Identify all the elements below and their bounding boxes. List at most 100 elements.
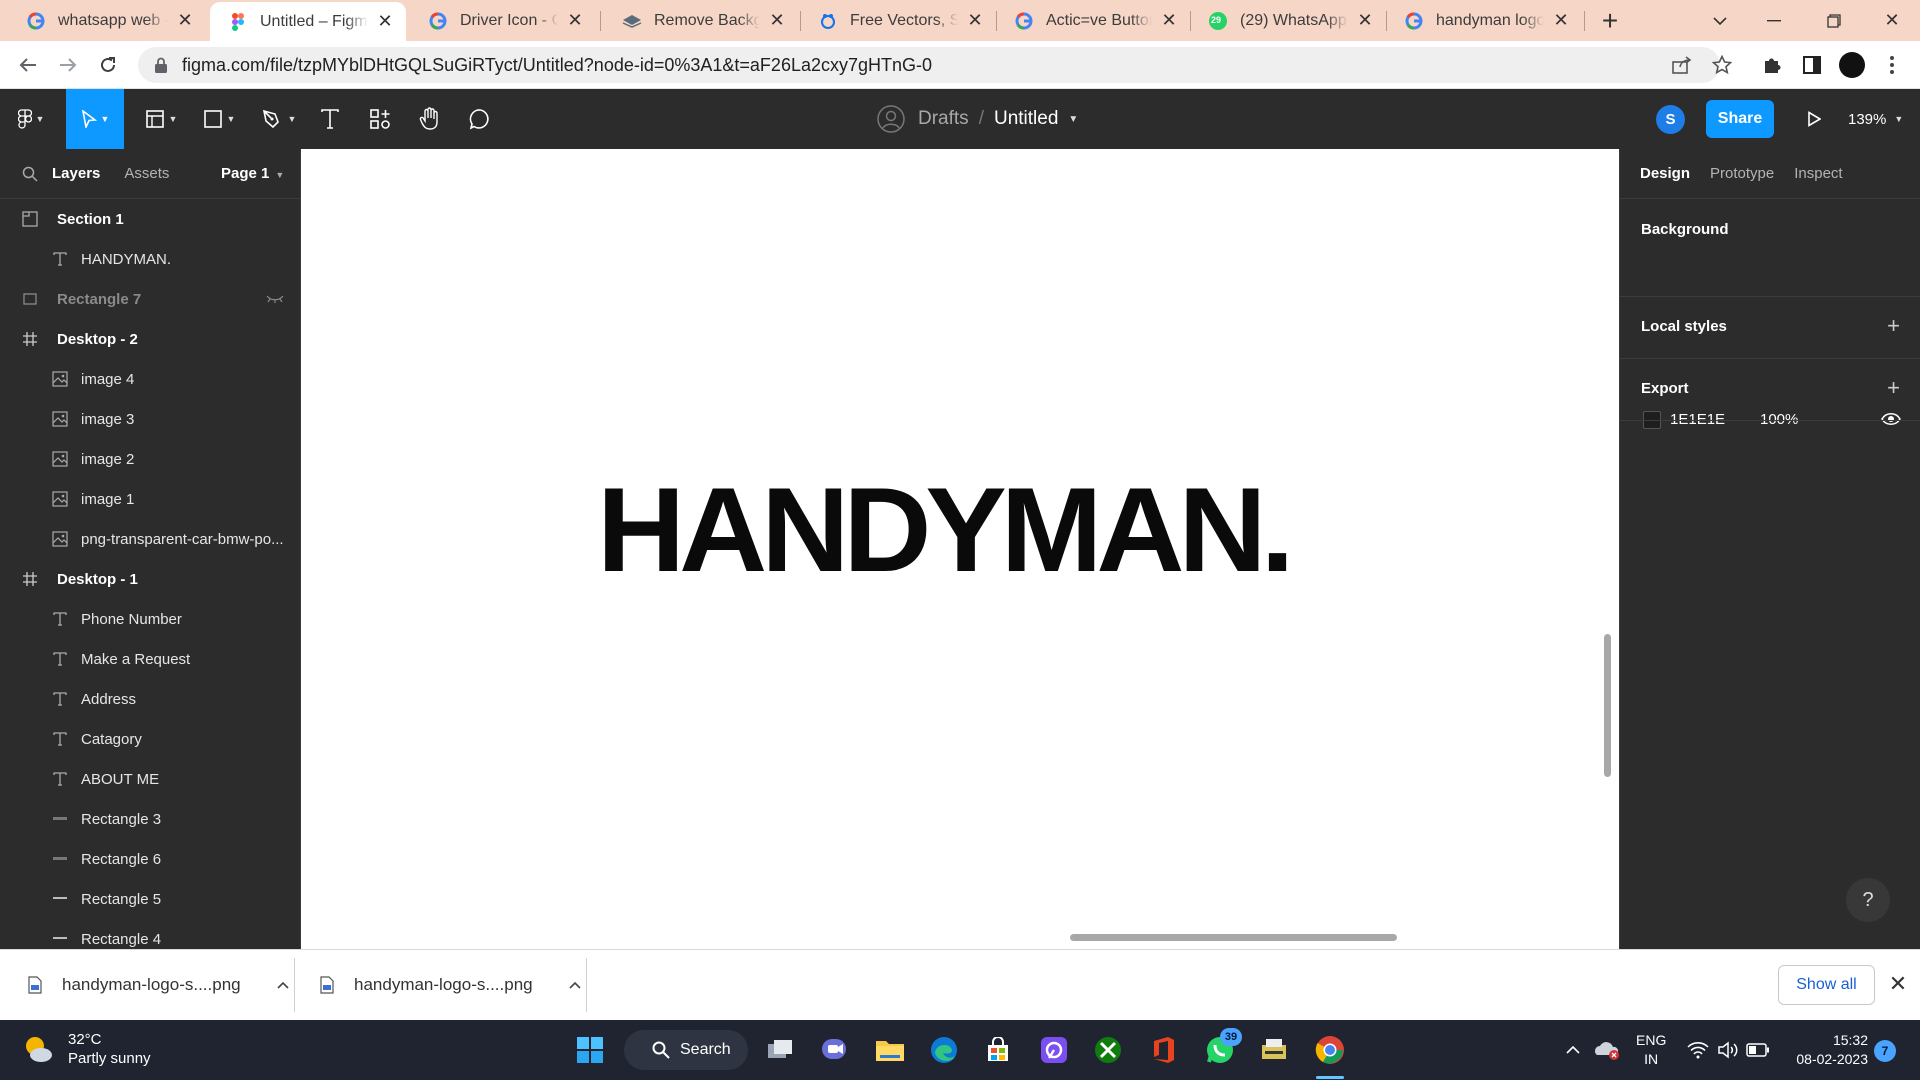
chevron-up-icon[interactable]	[1560, 1032, 1586, 1068]
chevron-down-icon[interactable]: ▼	[1068, 114, 1078, 125]
chrome-icon[interactable]	[1312, 1032, 1348, 1068]
share-page-icon[interactable]	[1668, 51, 1696, 79]
layer-row[interactable]: ABOUT ME	[0, 759, 300, 799]
share-button[interactable]: Share	[1706, 100, 1774, 138]
drafts-link[interactable]: Drafts	[918, 108, 969, 130]
chevron-up-icon[interactable]	[569, 976, 581, 994]
windows-start-icon[interactable]	[572, 1032, 608, 1068]
taskbar-search[interactable]: Search	[624, 1030, 748, 1070]
close-tab-icon[interactable]: ✕	[374, 11, 396, 33]
frame-tool-button[interactable]: ▼	[138, 89, 184, 149]
add-export-plus-icon[interactable]: +	[1887, 377, 1900, 399]
comment-tool-button[interactable]	[462, 89, 498, 149]
close-tab-icon[interactable]: ✕	[1354, 10, 1376, 32]
help-button[interactable]: ?	[1846, 878, 1890, 922]
tab-assets[interactable]: Assets	[124, 165, 169, 182]
side-panel-icon[interactable]	[1798, 51, 1826, 79]
present-button[interactable]	[1796, 101, 1832, 137]
download-item[interactable]: handyman-logo-s....png	[28, 950, 289, 1020]
layer-row[interactable]: Phone Number	[0, 599, 300, 639]
layer-row[interactable]: Rectangle 6	[0, 839, 300, 879]
tab-design[interactable]: Design	[1640, 165, 1690, 182]
layer-row[interactable]: Catagory	[0, 719, 300, 759]
search-icon[interactable]	[22, 166, 38, 182]
restore-button[interactable]	[1804, 0, 1864, 41]
layer-row[interactable]: image 4	[0, 359, 300, 399]
tab-search-chevron-icon[interactable]	[1690, 0, 1750, 41]
task-view-icon[interactable]	[762, 1032, 798, 1068]
close-tab-icon[interactable]: ✕	[174, 10, 196, 32]
system-clock[interactable]: 15:32 08-02-2023	[1788, 1031, 1868, 1069]
layer-row[interactable]: Address	[0, 679, 300, 719]
browser-tab[interactable]: Actic=ve Button T ✕	[996, 0, 1190, 41]
handyman-logo-text[interactable]: HANDYMAN.	[597, 470, 1295, 590]
layer-row[interactable]: HANDYMAN.	[0, 239, 300, 279]
figma-main-menu-button[interactable]: ▼	[8, 89, 54, 149]
browser-tab[interactable]: Driver Icon - Goo ✕	[410, 0, 596, 41]
tab-prototype[interactable]: Prototype	[1710, 165, 1774, 182]
file-explorer-icon[interactable]	[872, 1032, 908, 1068]
resources-tool-button[interactable]	[362, 89, 398, 149]
notification-count-badge[interactable]: 7	[1874, 1040, 1896, 1062]
tab-inspect[interactable]: Inspect	[1794, 165, 1842, 182]
wifi-icon[interactable]	[1684, 1032, 1712, 1068]
show-all-downloads-button[interactable]: Show all	[1778, 965, 1875, 1005]
office-icon[interactable]	[1146, 1032, 1182, 1068]
close-tab-icon[interactable]: ✕	[964, 10, 986, 32]
browser-tab[interactable]: Free Vectors, Stoc ✕	[800, 0, 996, 41]
xbox-icon[interactable]	[1090, 1032, 1126, 1068]
move-tool-button[interactable]: ▼	[66, 89, 124, 149]
close-window-button[interactable]: ✕	[1862, 0, 1920, 41]
close-tab-icon[interactable]: ✕	[1158, 10, 1180, 32]
forward-arrow-icon[interactable]	[52, 49, 84, 81]
close-tab-icon[interactable]: ✕	[564, 10, 586, 32]
layer-row[interactable]: Make a Request	[0, 639, 300, 679]
volume-icon[interactable]	[1714, 1032, 1742, 1068]
teams-chat-icon[interactable]	[816, 1032, 852, 1068]
browser-tab[interactable]: 29 (29) WhatsApp ✕	[1190, 0, 1386, 41]
chevron-up-icon[interactable]	[277, 976, 289, 994]
browser-menu-icon[interactable]	[1878, 51, 1906, 79]
layer-row[interactable]: Rectangle 3	[0, 799, 300, 839]
microsoft-store-icon[interactable]	[980, 1032, 1016, 1068]
add-local-style-plus-icon[interactable]: +	[1887, 315, 1900, 337]
whatsapp-taskbar-icon[interactable]: 39	[1202, 1028, 1242, 1068]
battery-icon[interactable]	[1744, 1032, 1772, 1068]
browser-tab[interactable]: handyman logo - ✕	[1386, 0, 1582, 41]
extensions-puzzle-icon[interactable]	[1758, 51, 1786, 79]
browser-tab[interactable]: Remove Backgrou ✕	[604, 0, 798, 41]
close-tab-icon[interactable]: ✕	[1550, 10, 1572, 32]
reload-icon[interactable]	[92, 49, 124, 81]
onedrive-error-icon[interactable]	[1592, 1032, 1622, 1068]
browser-tab-active[interactable]: Untitled – Figma ✕	[210, 2, 406, 41]
weather-widget[interactable]: 32°C Partly sunny	[22, 1030, 151, 1068]
user-avatar[interactable]: S	[1656, 105, 1685, 134]
page-selector[interactable]: Page 1 ▼	[221, 165, 284, 182]
photo-app-icon[interactable]	[1036, 1032, 1072, 1068]
close-download-shelf-icon[interactable]: ✕	[1886, 971, 1910, 996]
language-indicator[interactable]: ENG IN	[1636, 1031, 1666, 1069]
back-arrow-icon[interactable]	[12, 49, 44, 81]
layer-row[interactable]: image 3	[0, 399, 300, 439]
hand-tool-button[interactable]	[412, 89, 448, 149]
text-tool-button[interactable]	[312, 89, 348, 149]
close-tab-icon[interactable]: ✕	[766, 10, 788, 32]
vertical-scrollbar[interactable]	[1604, 634, 1611, 777]
download-item[interactable]: handyman-logo-s....png	[320, 950, 581, 1020]
profile-avatar[interactable]	[1838, 51, 1866, 79]
eye-closed-icon[interactable]	[266, 292, 284, 306]
tab-layers[interactable]: Layers	[52, 165, 100, 182]
zoom-menu[interactable]: 139% ▼	[1848, 89, 1903, 149]
address-bar[interactable]: figma.com/file/tzpMYblDHtGQLSuGiRTyct/Un…	[138, 47, 1720, 83]
layer-row[interactable]: Section 1	[0, 199, 300, 239]
edge-browser-icon[interactable]	[926, 1032, 962, 1068]
layer-row[interactable]: image 2	[0, 439, 300, 479]
design-canvas[interactable]: HANDYMAN.	[301, 149, 1619, 949]
browser-tab[interactable]: whatsapp web - G ✕	[8, 0, 206, 41]
horizontal-scrollbar[interactable]	[1070, 934, 1397, 941]
minimize-button[interactable]	[1744, 0, 1804, 41]
new-tab-button[interactable]: +	[1582, 0, 1638, 41]
layer-row[interactable]: Rectangle 4	[0, 919, 300, 949]
layer-row[interactable]: image 1	[0, 479, 300, 519]
layer-row[interactable]: Rectangle 5	[0, 879, 300, 919]
